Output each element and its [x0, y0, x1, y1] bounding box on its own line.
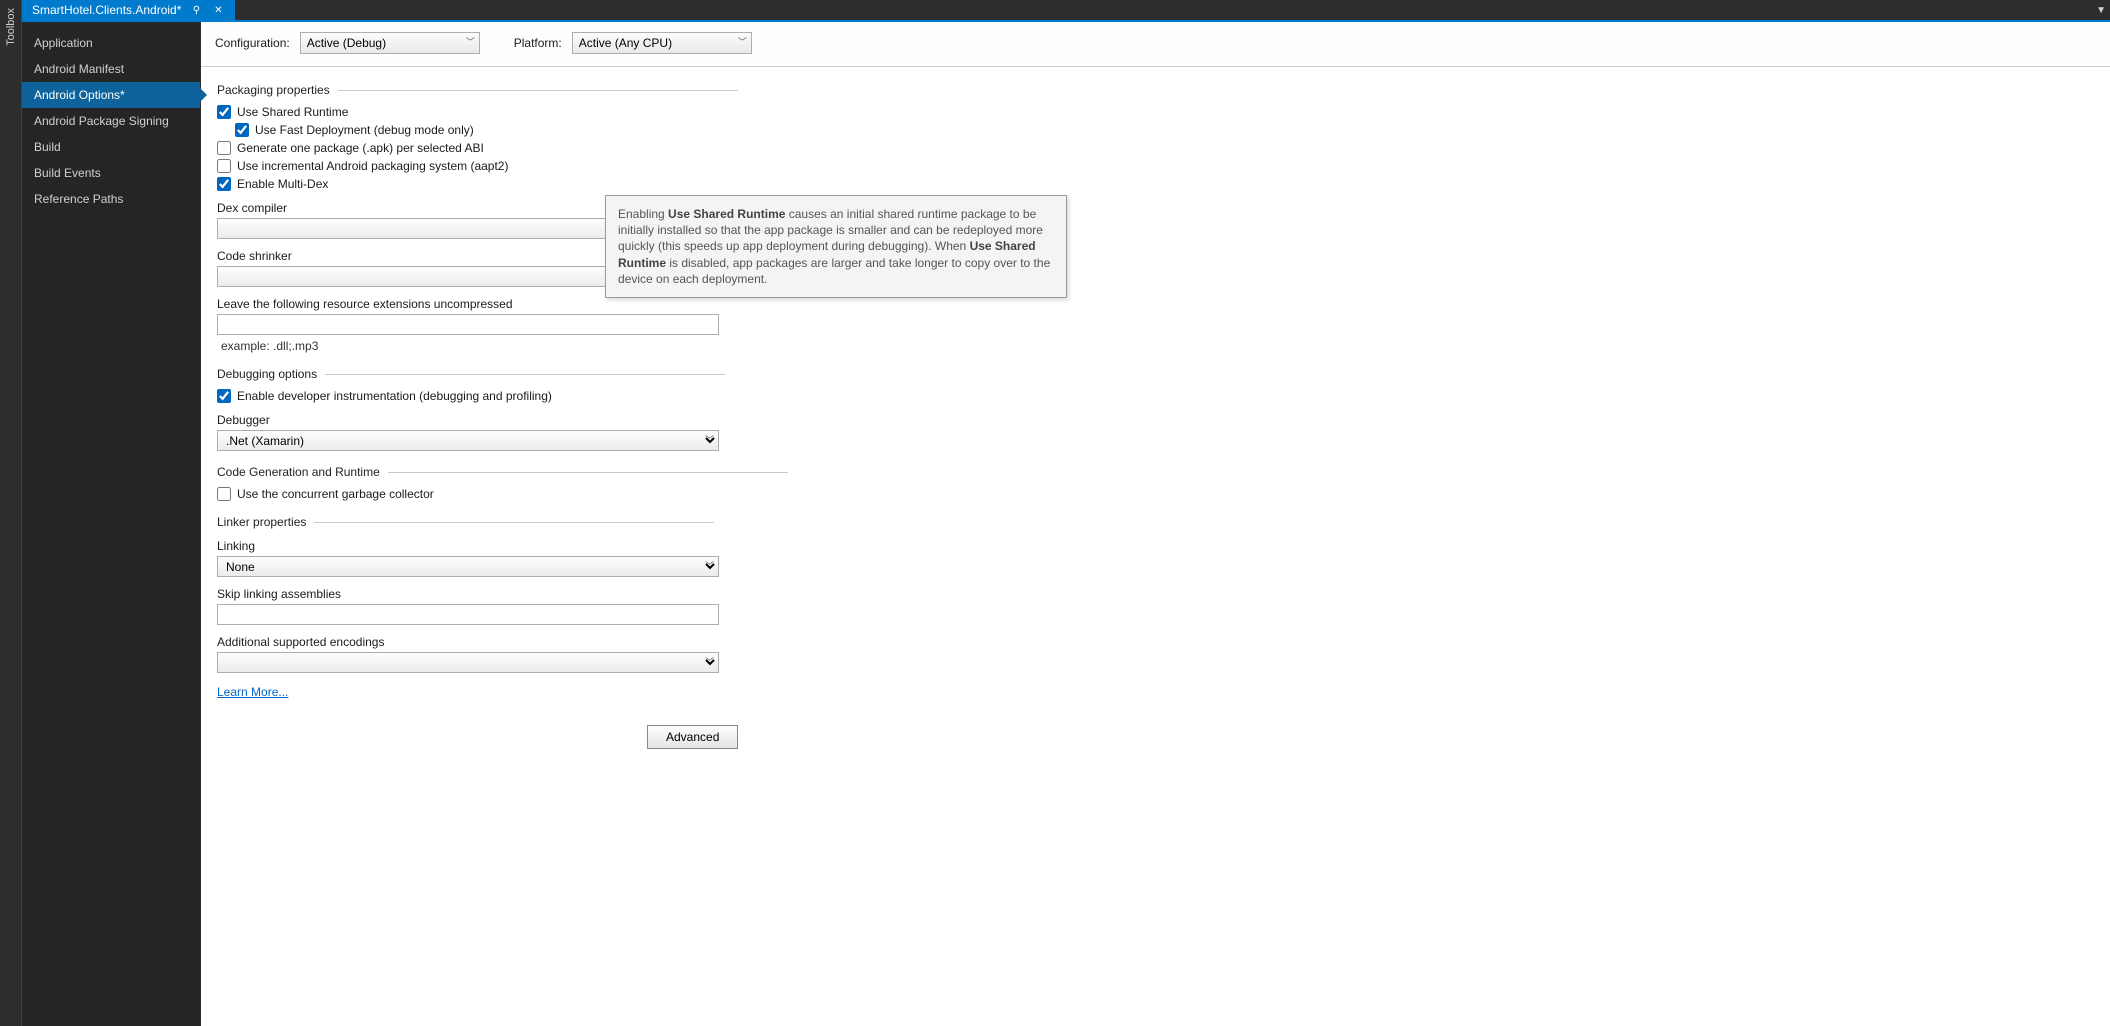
- concurrent-gc-label: Use the concurrent garbage collector: [237, 487, 434, 501]
- section-rule: [388, 472, 788, 473]
- tooltip-bold: Use Shared Runtime: [668, 207, 785, 221]
- tab-overflow-icon[interactable]: ▼: [2096, 5, 2106, 16]
- use-fast-deployment-input[interactable]: [235, 123, 249, 137]
- configuration-label: Configuration:: [215, 36, 290, 50]
- sidebar-item-build[interactable]: Build: [22, 134, 200, 160]
- document-tab[interactable]: SmartHotel.Clients.Android* ⚲ ✕: [22, 0, 235, 20]
- sidebar-item-build-events[interactable]: Build Events: [22, 160, 200, 186]
- concurrent-gc-checkbox[interactable]: Use the concurrent garbage collector: [217, 487, 434, 501]
- use-shared-runtime-input[interactable]: [217, 105, 231, 119]
- dex-compiler-label: Dex compiler: [217, 201, 2094, 215]
- generate-one-package-label: Generate one package (.apk) per selected…: [237, 141, 484, 155]
- use-incremental-input[interactable]: [217, 159, 231, 173]
- section-linker-label: Linker properties: [217, 515, 306, 529]
- skip-linking-label: Skip linking assemblies: [217, 587, 2094, 601]
- encodings-label: Additional supported encodings: [217, 635, 2094, 649]
- document-tab-bar: SmartHotel.Clients.Android* ⚲ ✕ ▼: [22, 0, 2110, 22]
- use-fast-deployment-checkbox[interactable]: Use Fast Deployment (debug mode only): [235, 123, 474, 137]
- use-fast-deployment-label: Use Fast Deployment (debug mode only): [255, 123, 474, 137]
- platform-label: Platform:: [514, 36, 562, 50]
- sidebar-item-android-package-signing[interactable]: Android Package Signing: [22, 108, 200, 134]
- sidebar-item-application[interactable]: Application: [22, 30, 200, 56]
- sidebar-item-android-manifest[interactable]: Android Manifest: [22, 56, 200, 82]
- generate-one-package-input[interactable]: [217, 141, 231, 155]
- concurrent-gc-input[interactable]: [217, 487, 231, 501]
- learn-more-link[interactable]: Learn More...: [217, 685, 288, 699]
- linking-label: Linking: [217, 539, 2094, 553]
- section-rule: [325, 374, 725, 375]
- debugger-label: Debugger: [217, 413, 2094, 427]
- settings-side-nav: Application Android Manifest Android Opt…: [22, 22, 200, 1026]
- section-codegen: Code Generation and Runtime: [217, 465, 2094, 479]
- code-shrinker-label: Code shrinker: [217, 249, 2094, 263]
- section-codegen-label: Code Generation and Runtime: [217, 465, 380, 479]
- section-packaging-label: Packaging properties: [217, 83, 330, 97]
- configuration-select[interactable]: Active (Debug): [300, 32, 480, 54]
- enable-instrumentation-label: Enable developer instrumentation (debugg…: [237, 389, 552, 403]
- enable-multidex-label: Enable Multi-Dex: [237, 177, 328, 191]
- section-linker: Linker properties: [217, 515, 2094, 529]
- tab-bar-fill: ▼: [235, 0, 2110, 20]
- document-tab-title: SmartHotel.Clients.Android*: [32, 3, 181, 17]
- enable-instrumentation-input[interactable]: [217, 389, 231, 403]
- use-shared-runtime-label: Use Shared Runtime: [237, 105, 348, 119]
- resource-ext-input[interactable]: [217, 314, 719, 335]
- section-rule: [338, 90, 738, 91]
- main-area: SmartHotel.Clients.Android* ⚲ ✕ ▼ Applic…: [22, 0, 2110, 1026]
- section-debugging-label: Debugging options: [217, 367, 317, 381]
- close-icon[interactable]: ✕: [211, 3, 225, 17]
- linking-select[interactable]: None: [217, 556, 719, 577]
- resource-ext-label: Leave the following resource extensions …: [217, 297, 2094, 311]
- enable-multidex-input[interactable]: [217, 177, 231, 191]
- use-incremental-label: Use incremental Android packaging system…: [237, 159, 508, 173]
- platform-select[interactable]: Active (Any CPU): [572, 32, 752, 54]
- section-debugging: Debugging options: [217, 367, 2094, 381]
- enable-instrumentation-checkbox[interactable]: Enable developer instrumentation (debugg…: [217, 389, 552, 403]
- toolbox-tab[interactable]: Toolbox: [5, 4, 17, 50]
- tooltip-shared-runtime: Enabling Use Shared Runtime causes an in…: [605, 195, 1067, 298]
- debugger-select[interactable]: .Net (Xamarin): [217, 430, 719, 451]
- use-shared-runtime-checkbox[interactable]: Use Shared Runtime: [217, 105, 348, 119]
- pin-icon[interactable]: ⚲: [189, 3, 203, 17]
- property-panel: Configuration: Active (Debug) Platform: …: [200, 22, 2110, 1026]
- tooltip-text: is disabled, app packages are larger and…: [618, 256, 1050, 286]
- enable-multidex-checkbox[interactable]: Enable Multi-Dex: [217, 177, 328, 191]
- advanced-button[interactable]: Advanced: [647, 725, 738, 749]
- section-rule: [314, 522, 714, 523]
- resource-ext-hint: example: .dll;.mp3: [221, 339, 2094, 353]
- sidebar-item-reference-paths[interactable]: Reference Paths: [22, 186, 200, 212]
- generate-one-package-checkbox[interactable]: Generate one package (.apk) per selected…: [217, 141, 484, 155]
- tooltip-text: Enabling: [618, 207, 668, 221]
- section-packaging: Packaging properties: [217, 83, 2094, 97]
- use-incremental-checkbox[interactable]: Use incremental Android packaging system…: [217, 159, 508, 173]
- sidebar-item-android-options[interactable]: Android Options*: [22, 82, 200, 108]
- configuration-bar: Configuration: Active (Debug) Platform: …: [201, 22, 2110, 67]
- form-body: Packaging properties Use Shared Runtime …: [201, 67, 2110, 769]
- toolbox-strip: Toolbox: [0, 0, 22, 1026]
- skip-linking-input[interactable]: [217, 604, 719, 625]
- encodings-select[interactable]: [217, 652, 719, 673]
